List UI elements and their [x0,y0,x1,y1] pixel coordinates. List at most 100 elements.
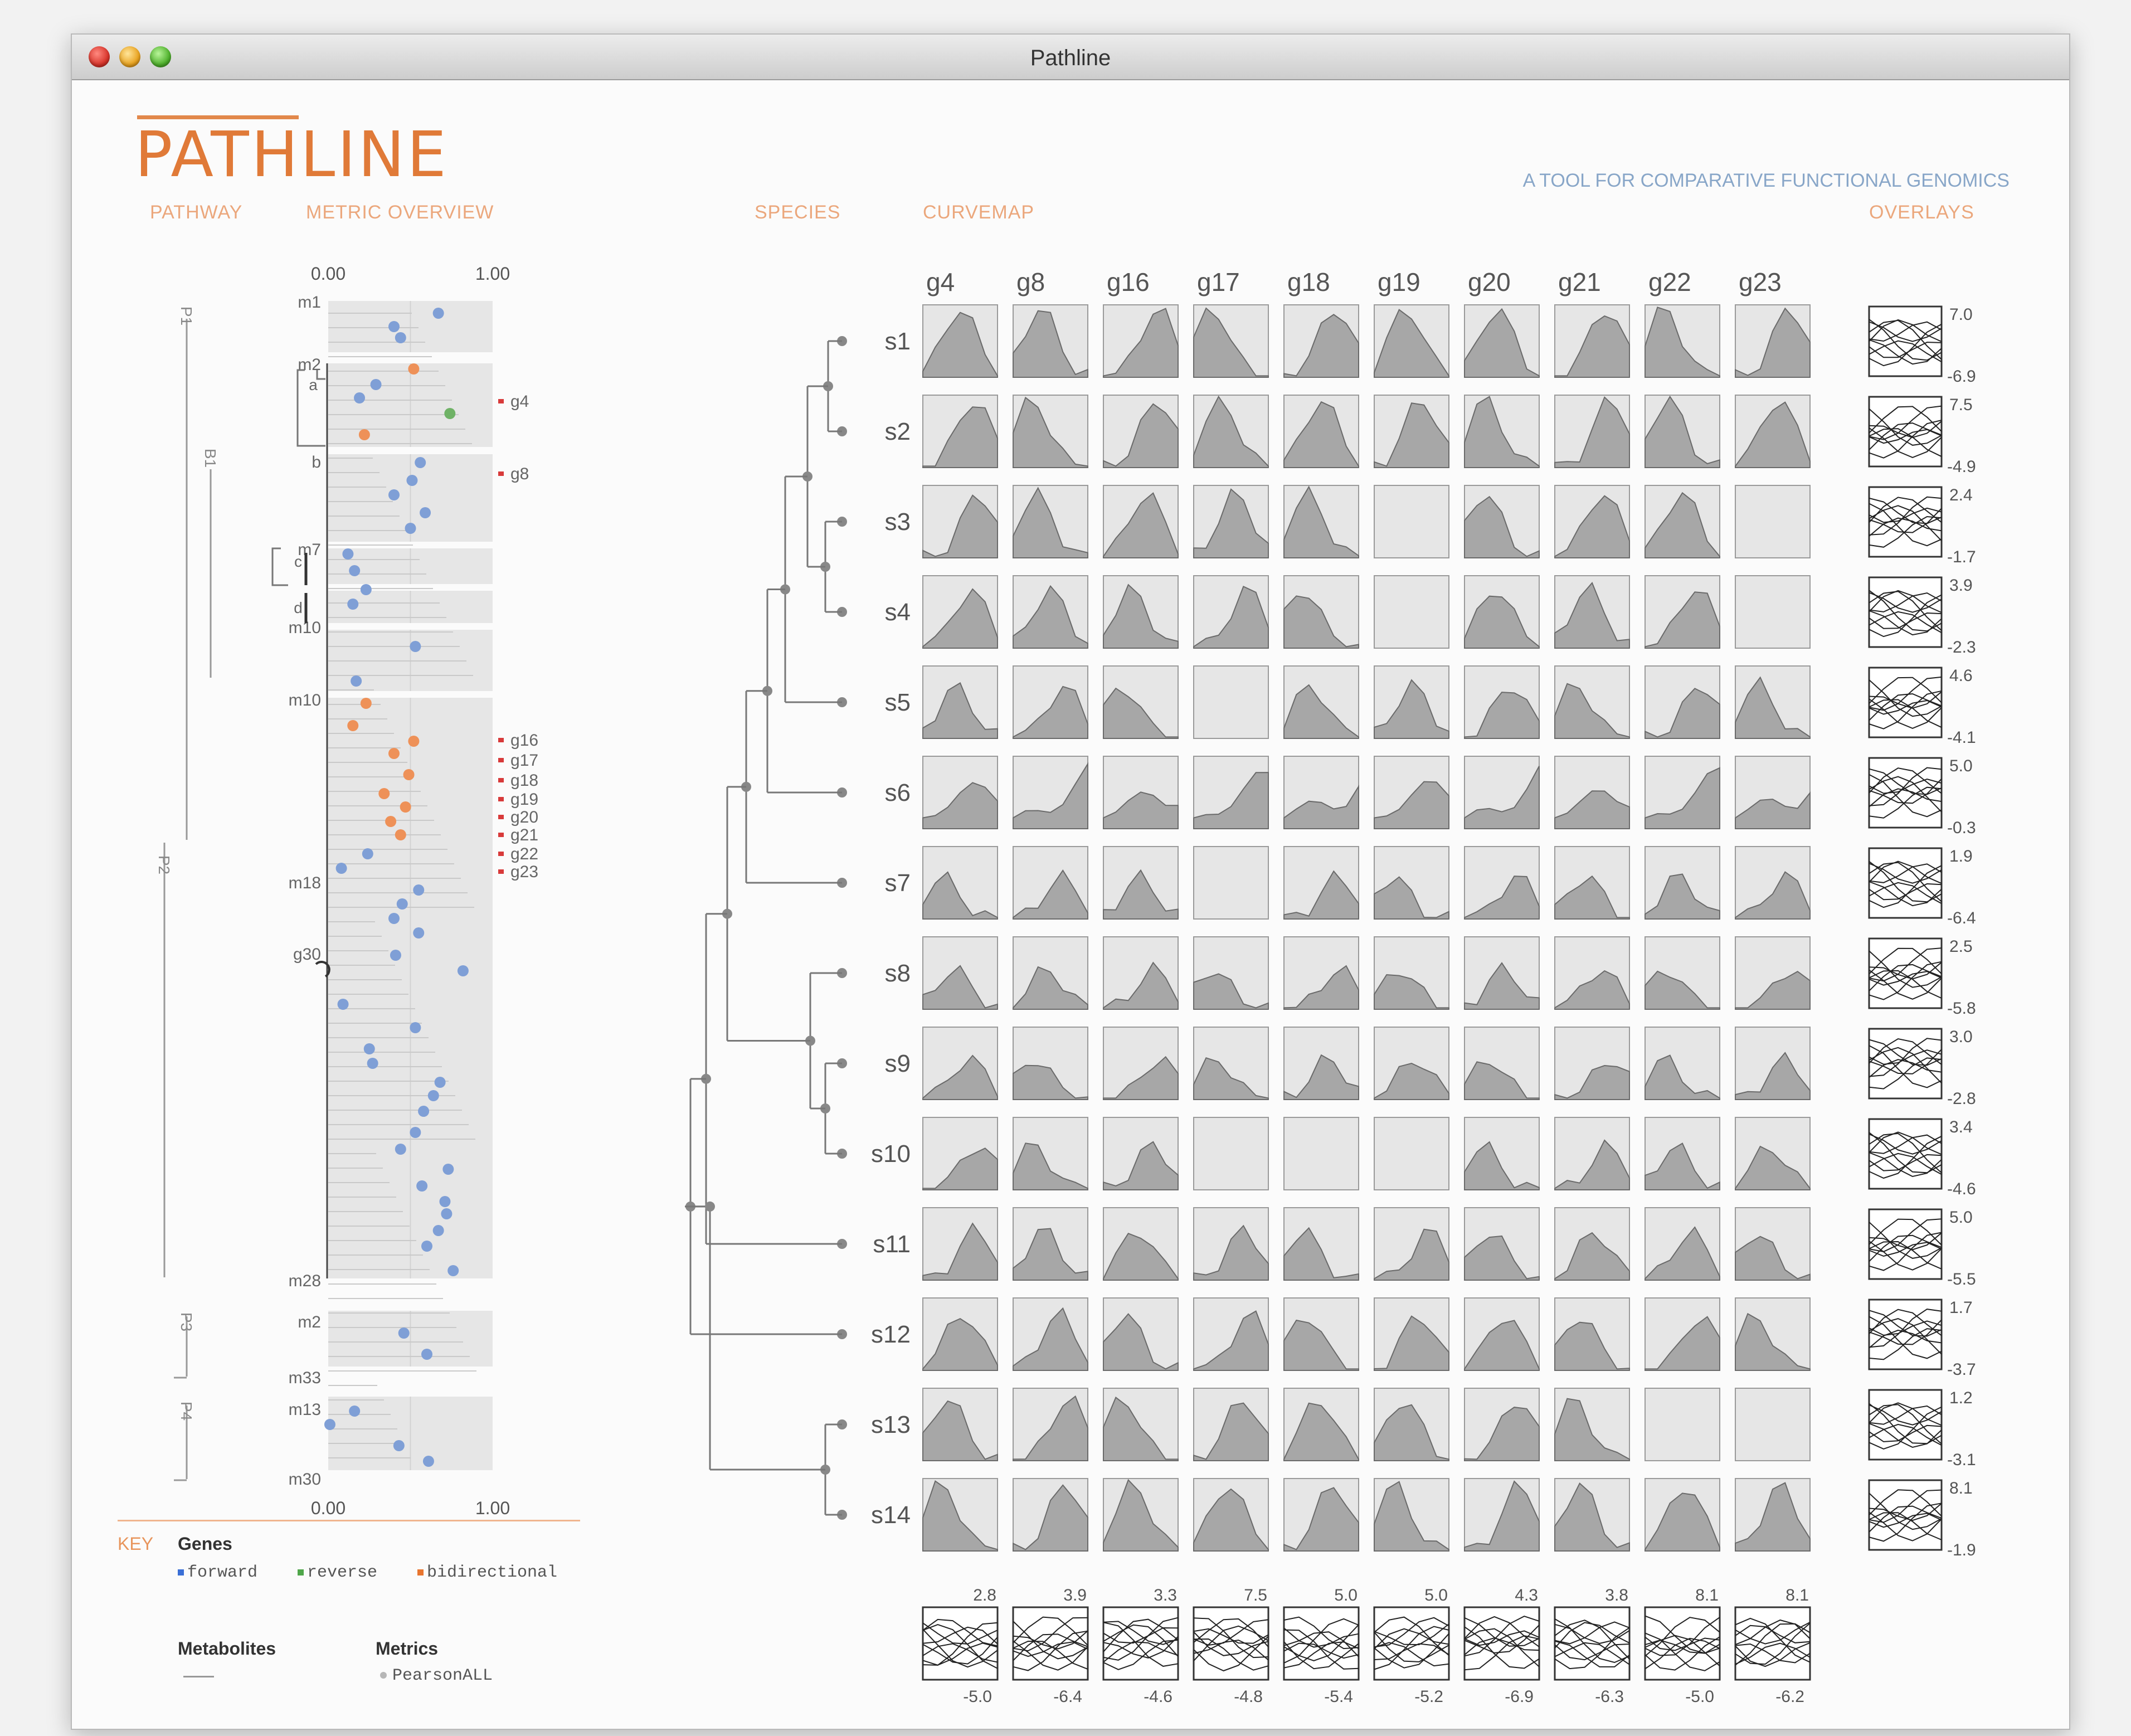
metric-point[interactable] [410,641,421,652]
gene-overlay-max: 3.9 [1063,1586,1087,1604]
gene-overlay-box[interactable] [1734,1606,1811,1681]
metric-point[interactable] [388,489,400,500]
metric-point[interactable] [441,1208,453,1219]
metric-point[interactable] [439,1196,451,1207]
metric-point[interactable] [413,884,425,896]
metric-point[interactable] [362,848,373,859]
metric-point[interactable] [403,769,415,780]
metric-point[interactable] [406,475,418,486]
metric-point[interactable] [427,1090,439,1101]
metric-point[interactable] [420,507,431,518]
metric-point[interactable] [354,392,366,403]
metric-point[interactable] [337,999,349,1010]
metric-point[interactable] [434,1077,446,1088]
metric-point[interactable] [416,1180,428,1192]
section-label-curvemap[interactable]: CURVEMAP [923,202,1034,223]
metric-point[interactable] [410,1127,421,1138]
gene-overlay-min: -5.0 [963,1688,992,1706]
gene-overlay-min: -4.8 [1234,1688,1263,1706]
metric-point[interactable] [457,965,469,976]
metric-point[interactable] [413,927,425,938]
metric-point[interactable] [408,363,420,375]
metric-point[interactable] [378,788,390,799]
pathway-label-P3: P3 [178,1312,195,1331]
section-label-pathway[interactable]: PATHWAY [150,202,242,223]
species-overlay-min: -1.7 [1947,548,1976,566]
species-overlay-box[interactable] [1868,847,1943,919]
metric-point[interactable] [415,457,426,468]
metric-point[interactable] [421,1349,432,1360]
curvemap-cell[interactable] [1193,1117,1269,1190]
metric-point[interactable] [418,1106,430,1117]
metric-point[interactable] [388,748,400,759]
metric-point[interactable] [363,1043,375,1054]
species-overlay-min: -6.4 [1947,909,1976,927]
species-overlay-box[interactable] [1868,1118,1943,1190]
metabolite-line-swatch [183,1676,214,1677]
curvemap-cell[interactable] [1735,575,1811,649]
metric-point[interactable] [395,1144,406,1155]
metric-point[interactable] [360,698,372,709]
metric-point[interactable] [442,1164,454,1175]
species-label-s3: s3 [885,508,911,536]
species-overlay-max: 1.9 [1949,847,1973,865]
metric-point[interactable] [367,1058,378,1069]
gene-column-header-g19: g19 [1378,268,1420,296]
gene-marker [498,778,504,782]
metric-point[interactable] [405,523,416,534]
metric-point[interactable] [388,321,400,332]
metric-point[interactable] [349,565,361,576]
key-divider [118,1520,580,1521]
metric-point[interactable] [385,816,397,827]
metric-point[interactable] [351,675,362,687]
metric-point[interactable] [444,408,456,419]
metric-point[interactable] [342,548,354,560]
metric-point[interactable] [324,1419,335,1430]
curvemap-cell[interactable] [1645,1388,1720,1461]
species-overlay-box[interactable] [1868,576,1943,648]
metric-point[interactable] [393,1440,405,1451]
gene-label-g18: g18 [510,771,538,790]
curvemap-cell[interactable] [1735,485,1811,558]
metric-point[interactable] [388,913,400,924]
metric-point[interactable] [408,736,420,747]
species-overlay-max: 5.0 [1949,757,1973,775]
metric-point[interactable] [432,1225,444,1236]
curvemap-cell[interactable] [1735,1388,1811,1461]
curvemap-cell[interactable] [1283,1117,1359,1190]
metric-point[interactable] [347,599,359,610]
section-label-overlays[interactable]: OVERLAYS [1869,202,1974,223]
curvemap-cell[interactable] [1193,846,1269,920]
metric-point[interactable] [335,863,347,874]
metric-point[interactable] [370,379,382,390]
metric-point[interactable] [358,429,370,440]
metric-point[interactable] [395,332,406,343]
metric-point[interactable] [396,898,408,910]
metric-point[interactable] [400,801,411,813]
gene-overlay-max: 7.5 [1244,1586,1267,1604]
metric-point[interactable] [347,720,359,731]
metric-point[interactable] [360,584,372,595]
metric-point[interactable] [349,1406,361,1417]
section-label-species[interactable]: SPECIES [755,202,840,223]
metric-point[interactable] [447,1265,459,1276]
metric-point[interactable] [390,950,401,961]
metric-point[interactable] [395,829,406,840]
pathway-label-P4: P4 [178,1402,195,1421]
species-overlay-box[interactable] [1868,1389,1943,1461]
curvemap-cell[interactable] [1193,665,1269,739]
species-overlay-min: -6.9 [1947,367,1976,386]
species-overlay-box[interactable] [1868,305,1943,377]
species-tree-node[interactable] [705,1201,715,1212]
metric-point[interactable] [410,1022,421,1033]
curvemap-cell[interactable] [1374,1117,1449,1190]
gene-column-header-g16: g16 [1107,268,1150,296]
section-label-metric-overview[interactable]: METRIC OVERVIEW [306,202,494,223]
metric-point[interactable] [432,308,444,319]
species-label-s5: s5 [885,689,911,716]
metric-point[interactable] [422,1456,434,1467]
metric-point[interactable] [421,1241,432,1252]
curvemap-cell[interactable] [1374,485,1449,558]
metric-point[interactable] [398,1327,410,1339]
curvemap-cell[interactable] [1374,575,1449,649]
